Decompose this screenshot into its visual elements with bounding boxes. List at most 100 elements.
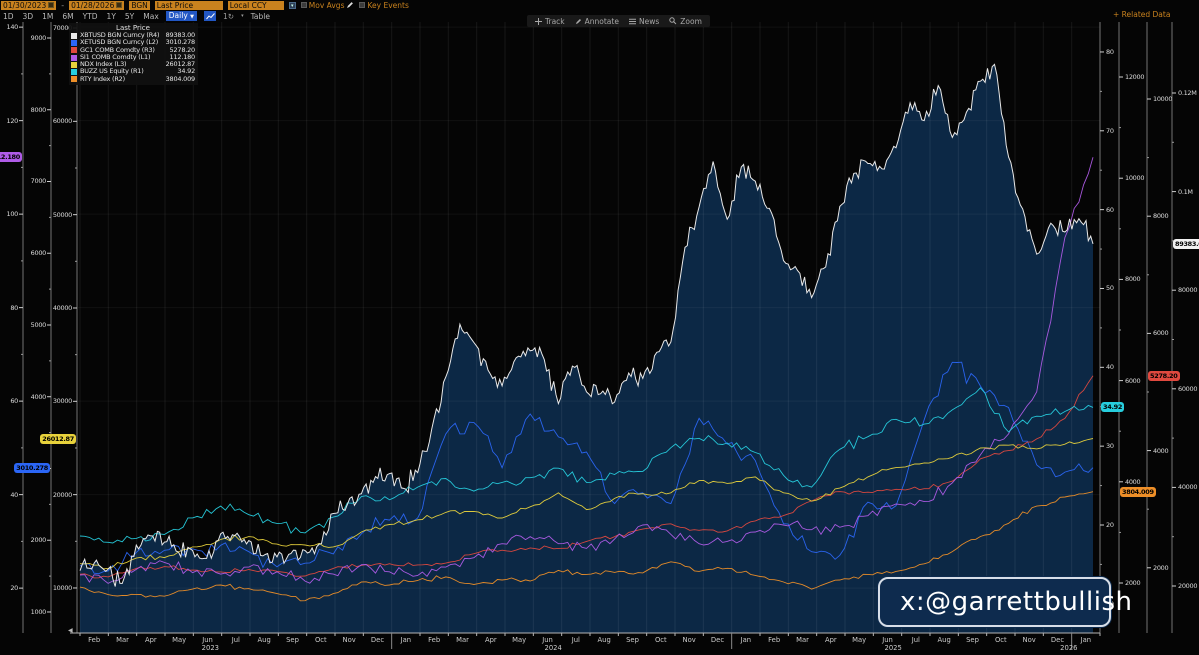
x-axis-year-label: 2025 bbox=[885, 644, 902, 652]
x-axis-month-label: Jun bbox=[542, 636, 553, 644]
chart-mini-toolbar: Track Annotate News Zoom bbox=[527, 15, 710, 27]
legend-series-value: 3804.009 bbox=[166, 76, 195, 83]
start-date-field[interactable]: 01/30/2023 bbox=[1, 1, 56, 10]
period-button-ytd[interactable]: YTD bbox=[83, 12, 98, 21]
axis-tick-label-R2: 10000 bbox=[1125, 174, 1144, 182]
axis-tick-label-R2: 2000 bbox=[1125, 579, 1140, 587]
period-button-1d[interactable]: 1D bbox=[3, 12, 14, 21]
legend-swatch bbox=[71, 47, 77, 53]
annotate-button[interactable]: Annotate bbox=[572, 17, 622, 26]
axis-tick-label-R1: 40 bbox=[1106, 363, 1114, 371]
legend-row[interactable]: RTY Index (R2)3804.009 bbox=[71, 76, 195, 83]
track-button[interactable]: Track bbox=[532, 17, 568, 26]
calendar-icon[interactable] bbox=[48, 2, 54, 8]
period-button-1m[interactable]: 1M bbox=[42, 12, 53, 21]
axis-tick-label-R4: 0.1M bbox=[1178, 188, 1193, 196]
period-buttons: 1D 3D 1M 6M YTD 1Y 5Y Max bbox=[3, 12, 159, 21]
axis-tick-label-R2: 12000 bbox=[1125, 73, 1144, 81]
end-date-field[interactable]: 01/28/2026 bbox=[69, 1, 124, 10]
frequency-dropdown[interactable]: Daily ▼ bbox=[166, 11, 197, 21]
toolbar-row-1: 01/30/2023 - 01/28/2026 BGN Last Price L… bbox=[0, 0, 1199, 10]
related-data-link[interactable]: + Related Data bbox=[1113, 10, 1170, 19]
x-axis-month-label: Aug bbox=[598, 636, 611, 644]
more-options-arrow[interactable]: ▾ bbox=[241, 13, 244, 19]
period-button-6m[interactable]: 6M bbox=[62, 12, 73, 21]
axis-tick-label-R4: 0.12M bbox=[1178, 89, 1197, 97]
x-axis-month-label: May bbox=[512, 636, 526, 644]
x-axis-month-label: Dec bbox=[711, 636, 724, 644]
axis-tick-label-R4: 20000 bbox=[1178, 582, 1197, 590]
axis-tick-label-R1: 60 bbox=[1106, 206, 1114, 214]
news-button[interactable]: News bbox=[626, 17, 662, 26]
x-axis-month-label: Feb bbox=[768, 636, 780, 644]
axis-tick-label-R3: 6000 bbox=[1153, 329, 1168, 337]
axis-tick-label-R1: 80 bbox=[1106, 48, 1114, 56]
period-button-3d[interactable]: 3D bbox=[23, 12, 34, 21]
axis-tick-label-R1: 20 bbox=[1106, 521, 1114, 529]
chart-plot-area[interactable] bbox=[0, 0, 1199, 655]
period-button-max[interactable]: Max bbox=[143, 12, 159, 21]
x-axis-month-label: Apr bbox=[145, 636, 157, 644]
last-price-label-l2: 3010.278 bbox=[14, 463, 50, 473]
currency-dropdown-icon[interactable]: ▾ bbox=[289, 2, 296, 9]
pencil-icon[interactable] bbox=[346, 1, 354, 9]
chart-type-icon[interactable] bbox=[204, 11, 216, 21]
currency-selector[interactable]: Local CCY bbox=[228, 1, 284, 10]
x-axis-month-label: Jun bbox=[202, 636, 213, 644]
last-price-label-l3: 26012.87 bbox=[40, 434, 76, 444]
x-axis-month-label: Aug bbox=[938, 636, 951, 644]
panel-count-control[interactable]: 1↻ bbox=[223, 12, 234, 21]
calendar-icon[interactable] bbox=[116, 2, 122, 8]
x-axis-month-label: Dec bbox=[1051, 636, 1064, 644]
period-button-5y[interactable]: 5Y bbox=[125, 12, 134, 21]
x-axis-year-label: 2026 bbox=[1060, 644, 1077, 652]
last-price-label-l1: 112.180 bbox=[0, 152, 22, 162]
axis-tick-label-L2: 6000 bbox=[31, 249, 46, 257]
axis-tick-label-L2: 8000 bbox=[31, 106, 46, 114]
pencil-icon bbox=[575, 18, 582, 25]
x-axis-month-label: Sep bbox=[966, 636, 979, 644]
axis-tick-label-L3: 50000 bbox=[53, 211, 72, 219]
last-price-label-r4: 89383.00 bbox=[1173, 239, 1199, 249]
x-axis-year-label: 2024 bbox=[545, 644, 562, 652]
x-axis-month-label: Feb bbox=[88, 636, 100, 644]
x-axis-month-label: May bbox=[852, 636, 866, 644]
mov-avgs-checkbox[interactable] bbox=[301, 2, 307, 8]
period-button-1y[interactable]: 1Y bbox=[107, 12, 116, 21]
table-button[interactable]: Table bbox=[251, 12, 270, 21]
x-axis-month-label: Mar bbox=[796, 636, 809, 644]
zoom-button[interactable]: Zoom bbox=[666, 17, 705, 26]
x-axis-month-label: Jul bbox=[232, 636, 240, 644]
axis-tick-label-L2: 4000 bbox=[31, 393, 46, 401]
magnifier-icon bbox=[669, 17, 677, 25]
x-axis-month-label: Nov bbox=[683, 636, 696, 644]
axis-tick-label-R1: 30 bbox=[1106, 442, 1114, 450]
axis-start-marker: ◀ bbox=[68, 627, 73, 634]
axis-tick-label-R4: 40000 bbox=[1178, 483, 1197, 491]
axis-tick-label-R1: 50 bbox=[1106, 284, 1114, 292]
axis-tick-label-R3: 8000 bbox=[1153, 212, 1168, 220]
x-axis-month-label: Sep bbox=[626, 636, 639, 644]
key-events-toggle[interactable]: Key Events bbox=[359, 1, 408, 10]
x-axis-month-label: Oct bbox=[995, 636, 1007, 644]
axis-tick-label-L1: 80 bbox=[10, 304, 18, 312]
x-axis-month-label: Nov bbox=[343, 636, 356, 644]
x-axis-month-label: Mar bbox=[116, 636, 129, 644]
x-axis-month-label: Oct bbox=[315, 636, 327, 644]
legend-box[interactable]: Last Price XBTUSD BGN Curncy (R4)89383.0… bbox=[69, 23, 198, 85]
last-price-label-r3: 5278.20 bbox=[1148, 371, 1180, 381]
price-source-field[interactable]: BGN bbox=[129, 1, 149, 10]
axis-tick-label-L2: 5000 bbox=[31, 321, 46, 329]
axis-tick-label-R3: 4000 bbox=[1153, 447, 1168, 455]
axis-tick-label-L2: 9000 bbox=[31, 34, 46, 42]
x-axis-month-label: Aug bbox=[258, 636, 271, 644]
legend-swatch bbox=[71, 33, 77, 39]
x-axis-month-label: May bbox=[172, 636, 186, 644]
x-axis-month-label: Jun bbox=[882, 636, 893, 644]
key-events-checkbox[interactable] bbox=[359, 2, 365, 8]
field-selector[interactable]: Last Price bbox=[155, 1, 223, 10]
news-list-icon bbox=[629, 18, 636, 25]
axis-tick-label-R4: 80000 bbox=[1178, 286, 1197, 294]
mov-avgs-toggle[interactable]: Mov Avgs bbox=[301, 1, 355, 10]
axis-tick-label-L1: 100 bbox=[6, 210, 18, 218]
